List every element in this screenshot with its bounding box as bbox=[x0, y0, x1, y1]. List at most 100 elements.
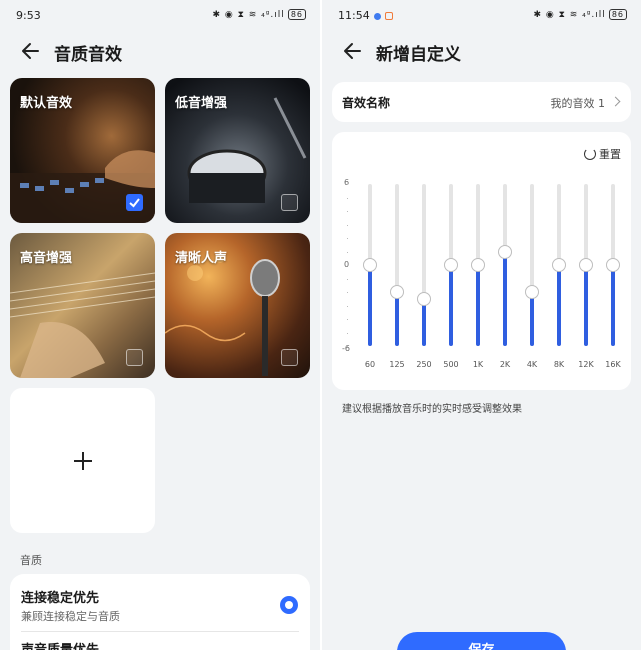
eq-slider-knob[interactable] bbox=[390, 285, 404, 299]
eq-band-label: 250 bbox=[416, 360, 432, 369]
notification-dot-icon bbox=[373, 12, 381, 20]
eq-slider-knob[interactable] bbox=[363, 258, 377, 272]
equalizer-panel: 重置 6 0 -6 601252505001K2K4K8K12K16K bbox=[332, 132, 631, 390]
eq-band-slider[interactable]: 1K bbox=[468, 132, 488, 390]
eq-band-label: 12K bbox=[578, 360, 594, 369]
check-icon bbox=[129, 198, 140, 208]
preset-card-default[interactable]: 默认音效 bbox=[10, 78, 155, 223]
eq-slider-knob[interactable] bbox=[444, 258, 458, 272]
preset-label: 默认音效 bbox=[20, 96, 73, 111]
eq-axis-tick bbox=[347, 292, 348, 293]
eq-slider-fill bbox=[611, 265, 615, 346]
eq-slider-fill bbox=[584, 265, 588, 346]
plus-icon[interactable] bbox=[72, 450, 94, 472]
battery-icon: 86 bbox=[287, 9, 306, 20]
eq-band-slider[interactable]: 8K bbox=[549, 132, 569, 390]
status-time: 11:54 bbox=[338, 9, 393, 22]
chevron-right-icon bbox=[610, 96, 621, 107]
eq-band-slider[interactable]: 125 bbox=[387, 132, 407, 390]
eq-band-label: 1K bbox=[472, 360, 484, 369]
eq-slider-knob[interactable] bbox=[606, 258, 620, 272]
eq-band-label: 16K bbox=[605, 360, 621, 369]
preset-card-bass[interactable]: 低音增强 bbox=[165, 78, 310, 223]
eq-axis-tick bbox=[347, 211, 348, 212]
eq-slider-fill bbox=[476, 265, 480, 346]
back-arrow-icon[interactable] bbox=[18, 38, 44, 64]
quality-radio-selected[interactable] bbox=[280, 596, 298, 614]
quality-option-title[interactable]: 连接稳定优先 bbox=[21, 587, 99, 606]
eq-band-label: 60 bbox=[364, 360, 376, 369]
eq-axis-tick bbox=[347, 319, 348, 320]
eq-y-label-top: 6 bbox=[344, 178, 350, 187]
eq-slider-fill bbox=[557, 265, 561, 346]
eq-slider-knob[interactable] bbox=[498, 244, 512, 259]
eq-slider-fill bbox=[368, 265, 372, 346]
add-preset-card[interactable] bbox=[10, 388, 155, 533]
eq-band-slider[interactable]: 16K bbox=[603, 132, 623, 390]
eq-slider-knob[interactable] bbox=[525, 285, 539, 299]
page-header: 音质音效 bbox=[0, 36, 320, 66]
eq-axis-tick bbox=[347, 224, 348, 226]
effect-name-label: 音效名称 bbox=[342, 96, 391, 110]
status-bar: 9:53 ✱ ◉ ⧗ ≋ ₄ᵍ.ıll 86 bbox=[0, 6, 320, 26]
preset-label: 低音增强 bbox=[175, 96, 228, 111]
preset-checkbox-checked[interactable] bbox=[126, 194, 143, 211]
eq-y-label-bottom: -6 bbox=[342, 344, 350, 353]
page-header: 新增自定义 bbox=[322, 36, 641, 66]
eq-band-slider[interactable]: 60 bbox=[360, 132, 380, 390]
status-icons: ✱ ◉ ⧗ ≋ ₄ᵍ.ıll 86 bbox=[212, 9, 306, 20]
preset-checkbox[interactable] bbox=[126, 349, 143, 366]
status-time: 9:53 bbox=[16, 9, 41, 22]
eq-axis-tick bbox=[347, 346, 348, 347]
notification-app-icon bbox=[384, 12, 393, 20]
status-icons: ✱ ◉ ⧗ ≋ ₄ᵍ.ıll 86 bbox=[533, 9, 627, 20]
eq-slider-fill bbox=[422, 298, 426, 346]
eq-band-label: 8K bbox=[553, 360, 565, 369]
status-icons-text: ✱ ◉ ⧗ ≋ ₄ᵍ.ıll bbox=[212, 9, 285, 20]
preset-checkbox[interactable] bbox=[281, 349, 298, 366]
adjust-hint: 建议根据播放音乐时的实时感受调整效果 bbox=[342, 404, 522, 415]
eq-slider-fill bbox=[449, 265, 453, 346]
preset-checkbox[interactable] bbox=[281, 194, 298, 211]
divider bbox=[21, 631, 299, 632]
quality-section-label: 音质 bbox=[20, 554, 42, 567]
eq-slider-fill bbox=[395, 292, 399, 346]
effect-name-value: 我的音效 1 bbox=[550, 97, 606, 110]
sound-effects-screen: 9:53 ✱ ◉ ⧗ ≋ ₄ᵍ.ıll 86 音质音效 默认音效 低音增强 高音… bbox=[0, 0, 320, 650]
battery-icon: 86 bbox=[608, 9, 627, 20]
page-title: 音质音效 bbox=[54, 45, 122, 65]
quality-options-panel: 连接稳定优先 兼顾连接稳定与音质 声音质量优先 bbox=[10, 574, 310, 650]
eq-slider-knob[interactable] bbox=[417, 291, 431, 306]
eq-slider-knob[interactable] bbox=[579, 258, 593, 272]
back-arrow-icon[interactable] bbox=[340, 38, 366, 64]
eq-slider-knob[interactable] bbox=[552, 258, 566, 272]
eq-slider-knob[interactable] bbox=[471, 258, 485, 272]
preset-card-vocal[interactable]: 清晰人声 bbox=[165, 233, 310, 378]
save-button[interactable]: 保存 bbox=[397, 632, 566, 650]
eq-band-label: 4K bbox=[526, 360, 538, 369]
preset-label: 高音增强 bbox=[20, 251, 73, 266]
eq-axis-tick bbox=[347, 332, 348, 334]
eq-slider-fill bbox=[503, 251, 507, 346]
eq-band-slider[interactable]: 250 bbox=[414, 132, 434, 390]
quality-option-title[interactable]: 声音质量优先 bbox=[21, 639, 99, 650]
custom-eq-screen: 11:54 ✱ ◉ ⧗ ≋ ₄ᵍ.ıll 86 新增自定义 音效名称 我的音效 … bbox=[322, 0, 641, 650]
eq-axis-tick bbox=[347, 278, 348, 280]
eq-band-slider[interactable]: 500 bbox=[441, 132, 461, 390]
eq-axis-tick bbox=[347, 238, 348, 239]
quality-option-subtitle: 兼顾连接稳定与音质 bbox=[21, 610, 120, 623]
eq-band-label: 500 bbox=[443, 360, 459, 369]
preset-card-treble[interactable]: 高音增强 bbox=[10, 233, 155, 378]
eq-band-label: 2K bbox=[499, 360, 511, 369]
eq-axis-tick bbox=[347, 265, 348, 266]
status-icons-text: ✱ ◉ ⧗ ≋ ₄ᵍ.ıll bbox=[533, 9, 606, 20]
status-bar: 11:54 ✱ ◉ ⧗ ≋ ₄ᵍ.ıll 86 bbox=[322, 6, 641, 26]
effect-name-row[interactable]: 音效名称 我的音效 1 bbox=[332, 82, 631, 122]
eq-axis-tick bbox=[347, 251, 348, 253]
eq-band-slider[interactable]: 4K bbox=[522, 132, 542, 390]
eq-axis-tick bbox=[347, 184, 348, 185]
preset-label: 清晰人声 bbox=[175, 251, 228, 266]
eq-band-slider[interactable]: 12K bbox=[576, 132, 596, 390]
status-time-text: 11:54 bbox=[338, 9, 370, 22]
eq-band-slider[interactable]: 2K bbox=[495, 132, 515, 390]
